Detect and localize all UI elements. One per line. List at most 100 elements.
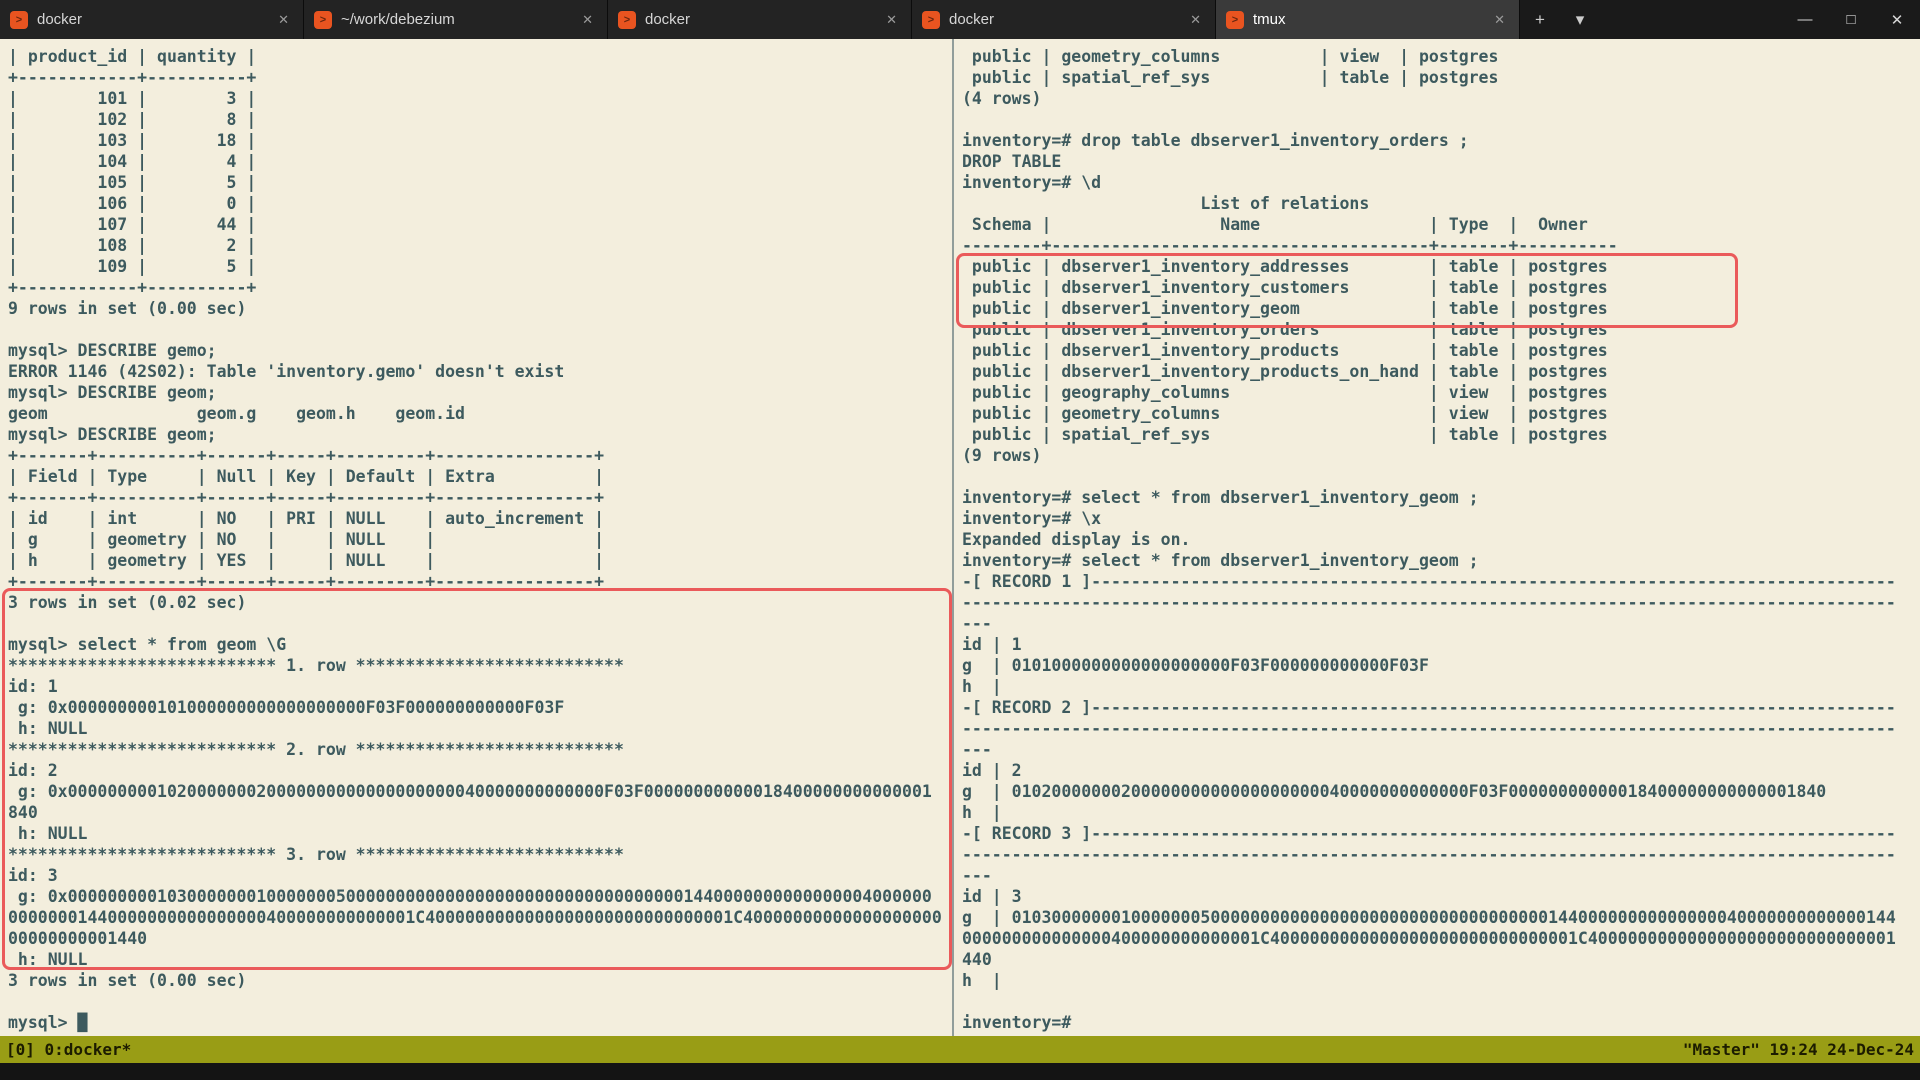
tab-title: tmux xyxy=(1253,11,1286,28)
terminal-line: -[ RECORD 2 ]---------------------------… xyxy=(962,698,1896,717)
terminal-line: ----------------------------------------… xyxy=(962,719,1896,738)
tab-strip: > docker ✕ > ~/work/debezium ✕ > docker ✕ > docker… xyxy=(0,0,1520,39)
terminal-line: g | 0101000000000000000000F03F0000000000… xyxy=(962,656,1429,675)
tab-bar: > docker ✕ > ~/work/debezium ✕ > docker ✕ > docker… xyxy=(0,0,1920,39)
tab-title: docker xyxy=(645,11,691,28)
terminal-line: public | dbserver1_inventory_products_on… xyxy=(962,362,1608,381)
terminal-line: mysql> █ xyxy=(8,1013,88,1032)
terminal-line: List of relations xyxy=(962,194,1370,213)
tab-close-icon[interactable]: ✕ xyxy=(882,10,901,30)
terminal-app-icon: > xyxy=(922,10,940,29)
terminal-line: -[ RECORD 1 ]---------------------------… xyxy=(962,572,1896,591)
terminal-line: 440 xyxy=(962,950,992,969)
terminal-window: > docker ✕ > ~/work/debezium ✕ > docker ✕ > docker… xyxy=(0,0,1920,1080)
terminal-line: | 101 | 3 | xyxy=(8,89,257,108)
tab-close-icon[interactable]: ✕ xyxy=(1490,10,1509,30)
terminal-line: public | dbserver1_inventory_products | … xyxy=(962,341,1608,360)
terminal-line: Schema | Name | Type | Owner xyxy=(962,215,1588,234)
terminal-line: 00000000001440 xyxy=(8,929,148,948)
terminal-line: inventory=# \x xyxy=(962,509,1102,528)
terminal-line: h: NULL xyxy=(8,824,88,843)
tab-work-debezium[interactable]: > ~/work/debezium ✕ xyxy=(304,0,608,39)
terminal-line: | id | int | NO | PRI | NULL | auto_incr… xyxy=(8,509,605,528)
terminal-line: --- xyxy=(962,614,992,633)
tab-docker[interactable]: > docker ✕ xyxy=(0,0,304,39)
terminal-line: public | dbserver1_inventory_geom | tabl… xyxy=(962,299,1608,318)
terminal-line: -[ RECORD 3 ]---------------------------… xyxy=(962,824,1896,843)
tab-menu-chevron-icon[interactable]: ▾ xyxy=(1560,0,1600,39)
terminal-line: | 102 | 8 | xyxy=(8,110,257,129)
terminal-line: ----------------------------------------… xyxy=(962,845,1896,864)
terminal-line: h | xyxy=(962,971,1002,990)
terminal-app-icon: > xyxy=(618,10,636,29)
terminal-line: +-------+----------+------+-----+-------… xyxy=(8,446,605,465)
tab-title: docker xyxy=(37,11,83,28)
tab-docker[interactable]: > docker ✕ xyxy=(608,0,912,39)
terminal-line: 0000000144000000000000000040000000000000… xyxy=(8,908,942,927)
tab-close-icon[interactable]: ✕ xyxy=(274,10,293,30)
window-controls: — □ ✕ xyxy=(1782,0,1920,39)
tmux-pane-postgres[interactable]: public | geometry_columns | view | postg… xyxy=(954,39,1920,1036)
terminal-line: public | spatial_ref_sys | table | postg… xyxy=(962,425,1608,444)
terminal-line: --- xyxy=(962,866,992,885)
tmux-pane-divider[interactable] xyxy=(952,39,954,1036)
terminal-line: public | geometry_columns | view | postg… xyxy=(962,404,1608,423)
minimize-button[interactable]: — xyxy=(1782,0,1828,39)
terminal-line: public | dbserver1_inventory_customers |… xyxy=(962,278,1608,297)
tmux-terminal: | product_id | quantity | +------------+-… xyxy=(0,39,1920,1036)
terminal-line: ERROR 1146 (42S02): Table 'inventory.gem… xyxy=(8,362,565,381)
close-button[interactable]: ✕ xyxy=(1874,0,1920,39)
terminal-line: +------------+----------+ xyxy=(8,278,257,297)
terminal-line: mysql> DESCRIBE gemo; xyxy=(8,341,217,360)
terminal-line: *************************** 2. row *****… xyxy=(8,740,624,759)
terminal-line: public | dbserver1_inventory_orders | ta… xyxy=(962,320,1608,339)
terminal-line: | 104 | 4 | xyxy=(8,152,257,171)
terminal-line: | 105 | 5 | xyxy=(8,173,257,192)
terminal-line: mysql> select * from geom \G xyxy=(8,635,287,654)
terminal-line: inventory=# xyxy=(962,1013,1082,1032)
terminal-line: | 106 | 0 | xyxy=(8,194,257,213)
terminal-line: inventory=# drop table dbserver1_invento… xyxy=(962,131,1469,150)
terminal-line: h | xyxy=(962,803,1002,822)
terminal-line: inventory=# select * from dbserver1_inve… xyxy=(962,551,1479,570)
terminal-line: public | geography_columns | view | post… xyxy=(962,383,1608,402)
terminal-line: g | 010200000002000000000000000000004000… xyxy=(962,782,1827,801)
terminal-line: public | dbserver1_inventory_addresses |… xyxy=(962,257,1608,276)
terminal-line: | Field | Type | Null | Key | Default | … xyxy=(8,467,605,486)
terminal-line: id | 2 xyxy=(962,761,1022,780)
new-tab-button[interactable]: + xyxy=(1520,0,1560,39)
terminal-line: mysql> DESCRIBE geom; xyxy=(8,383,217,402)
terminal-line: id: 2 xyxy=(8,761,58,780)
tab-title: docker xyxy=(949,11,995,28)
terminal-line: DROP TABLE xyxy=(962,152,1062,171)
terminal-line: g: 0x000000000101000000000000000000F03F0… xyxy=(8,698,565,717)
tab-close-icon[interactable]: ✕ xyxy=(578,10,597,30)
tmux-status-bar: [0] 0:docker* "Master" 19:24 24-Dec-24 xyxy=(0,1036,1920,1063)
terminal-line: | h | geometry | YES | | NULL | | xyxy=(8,551,605,570)
terminal-line: 3 rows in set (0.00 sec) xyxy=(8,971,247,990)
tmux-session-window-label[interactable]: [0] 0:docker* xyxy=(6,1040,131,1059)
terminal-line: 000000000000000400000000000001C400000000… xyxy=(962,929,1896,948)
terminal-line: (9 rows) xyxy=(962,446,1042,465)
terminal-line: g: 0x00000000010200000002000000000000000… xyxy=(8,782,932,801)
terminal-line: | 103 | 18 | xyxy=(8,131,257,150)
terminal-line: ----------------------------------------… xyxy=(962,593,1896,612)
terminal-line: inventory=# \d xyxy=(962,173,1102,192)
terminal-line: --- xyxy=(962,740,992,759)
tab-close-icon[interactable]: ✕ xyxy=(1186,10,1205,30)
terminal-line: g | 010300000001000000050000000000000000… xyxy=(962,908,1896,927)
terminal-line: --------+-------------------------------… xyxy=(962,236,1618,255)
terminal-line: +------------+----------+ xyxy=(8,68,257,87)
terminal-line: public | spatial_ref_sys | table | postg… xyxy=(962,68,1499,87)
maximize-button[interactable]: □ xyxy=(1828,0,1874,39)
terminal-line: id: 3 xyxy=(8,866,58,885)
terminal-line: 9 rows in set (0.00 sec) xyxy=(8,299,247,318)
tab-tmux[interactable]: > tmux ✕ xyxy=(1216,0,1520,39)
tmux-pane-mysql[interactable]: | product_id | quantity | +------------+-… xyxy=(0,39,952,1036)
terminal-line: id | 3 xyxy=(962,887,1022,906)
terminal-line: mysql> DESCRIBE geom; xyxy=(8,425,217,444)
tab-title: ~/work/debezium xyxy=(341,11,455,28)
tab-docker[interactable]: > docker ✕ xyxy=(912,0,1216,39)
